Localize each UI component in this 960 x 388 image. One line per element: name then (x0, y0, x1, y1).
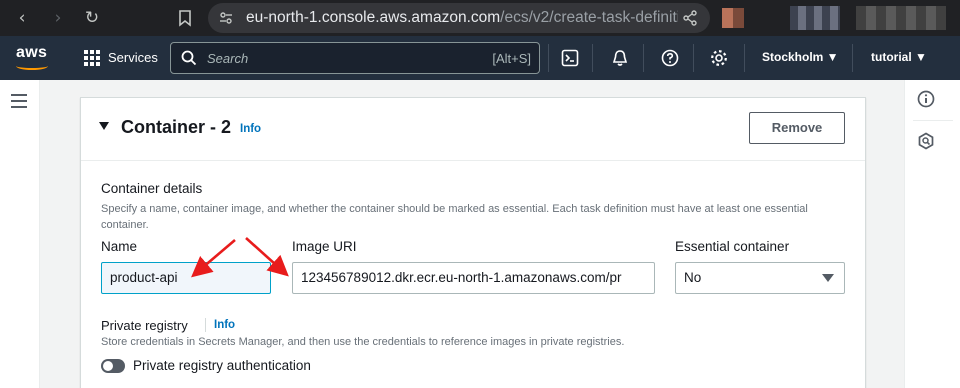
select-caret-icon (822, 274, 834, 282)
info-panel-icon[interactable] (917, 90, 935, 108)
container-info-link[interactable]: Info (240, 123, 261, 135)
rail-divider (913, 120, 953, 121)
nav-divider (693, 44, 694, 72)
back-icon[interactable]: ‹ (12, 8, 32, 28)
account-menu[interactable]: tutorial ▼ (871, 50, 927, 64)
cloudshell-icon[interactable] (561, 49, 579, 67)
private-registry-info-link[interactable]: Info (214, 319, 235, 331)
services-menu-button[interactable]: Services (84, 48, 158, 68)
private-registry-heading: Private registry (101, 318, 188, 333)
aws-console-nav: aws Services Search [Alt+S] Stockholm ▼ … (0, 36, 960, 80)
nav-divider (592, 44, 593, 72)
search-input[interactable]: Search [Alt+S] (170, 42, 540, 74)
container-panel-header: Container - 2 Info Remove (81, 98, 865, 161)
essential-container-select[interactable]: No (675, 262, 845, 294)
private-registry-auth-label[interactable]: Private registry authentication (133, 358, 311, 373)
forward-icon[interactable]: › (48, 8, 68, 28)
profile-avatar[interactable] (722, 8, 744, 28)
private-registry-auth-toggle[interactable] (101, 359, 125, 373)
container-name-input[interactable]: product-api (101, 262, 271, 294)
remove-container-button[interactable]: Remove (749, 112, 845, 144)
search-icon (181, 50, 197, 66)
nav-divider (548, 44, 549, 72)
search-placeholder: Search (207, 51, 249, 66)
container-title[interactable]: Container - 2 (121, 117, 231, 138)
private-registry-description: Store credentials in Secrets Manager, an… (101, 336, 625, 348)
settings-gear-icon[interactable] (710, 49, 728, 67)
aws-logo-smile (16, 62, 48, 70)
help-icon[interactable] (661, 49, 679, 67)
toggle-knob (103, 361, 113, 371)
extensions-blurred-2 (856, 6, 946, 30)
left-side-rail (0, 80, 40, 388)
notifications-bell-icon[interactable] (611, 49, 629, 67)
nav-divider (643, 44, 644, 72)
container-panel: Container - 2 Info Remove Container deta… (80, 97, 866, 388)
nav-divider (852, 44, 853, 72)
region-selector[interactable]: Stockholm ▼ (762, 50, 839, 64)
tutorial-panel-icon[interactable] (917, 132, 935, 150)
extensions-blurred (790, 6, 840, 30)
url-text[interactable]: eu-north-1.console.aws.amazon.com/ecs/v2… (246, 9, 678, 27)
aws-logo[interactable]: aws (16, 44, 47, 62)
image-uri-label: Image URI (292, 239, 357, 254)
address-bar[interactable]: eu-north-1.console.aws.amazon.com/ecs/v2… (208, 3, 710, 33)
name-label: Name (101, 239, 138, 254)
right-side-rail (904, 80, 960, 388)
menu-hamburger-icon[interactable] (11, 94, 27, 108)
image-uri-input[interactable]: 123456789012.dkr.ecr.eu-north-1.amazonaw… (292, 262, 655, 294)
site-info-icon[interactable] (218, 10, 234, 26)
nav-divider (744, 44, 745, 72)
search-shortcut: [Alt+S] (492, 51, 531, 66)
container-details-heading: Container details (101, 181, 203, 196)
services-grid-icon (84, 50, 100, 66)
private-registry-separator (205, 318, 206, 332)
services-label: Services (108, 50, 158, 65)
browser-toolbar: ‹ › ↻ eu-north-1.console.aws.amazon.com/… (0, 0, 960, 36)
reload-icon[interactable]: ↻ (82, 8, 102, 28)
bookmark-icon[interactable] (176, 8, 194, 28)
share-icon[interactable] (682, 10, 698, 29)
essential-container-label: Essential container (675, 239, 790, 254)
collapse-caret-icon[interactable] (99, 122, 109, 130)
container-details-description: Specify a name, container image, and whe… (101, 203, 808, 231)
essential-container-value: No (684, 270, 702, 285)
